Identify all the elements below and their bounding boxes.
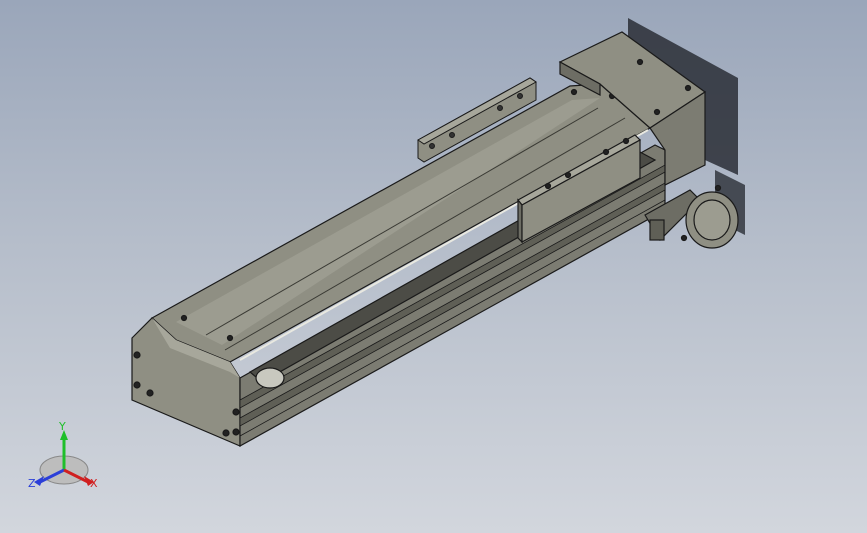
y-axis-label: Y: [58, 420, 66, 433]
x-axis-label: X: [90, 477, 98, 490]
axis-triad: Y Z X: [28, 420, 98, 490]
model-canvas[interactable]: Y Z X: [0, 0, 867, 533]
z-axis-label: Z: [28, 477, 36, 490]
linear-actuator-body[interactable]: [131, 83, 666, 448]
cad-viewport[interactable]: Y Z X: [0, 0, 867, 533]
